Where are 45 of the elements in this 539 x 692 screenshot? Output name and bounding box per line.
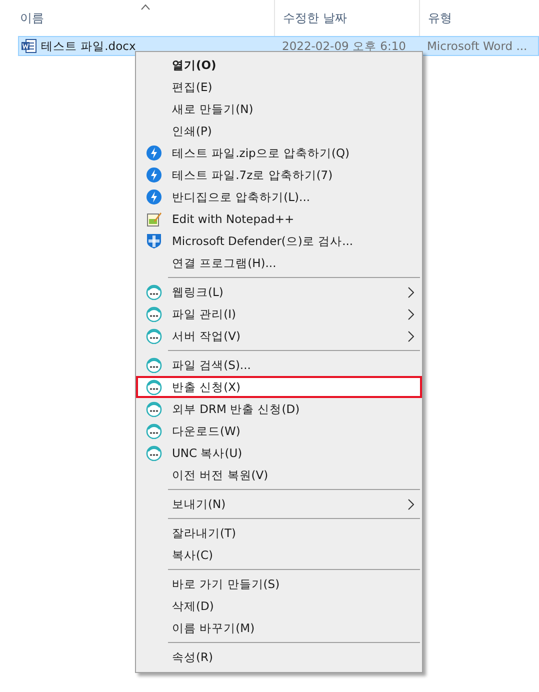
word-document-icon	[21, 38, 37, 54]
doc-icon	[146, 306, 162, 322]
file-type: Microsoft Word ...	[427, 39, 528, 53]
menu-item[interactable]: 열기(O)	[138, 54, 420, 76]
doc-icon	[146, 328, 162, 344]
menu-item[interactable]: 잘라내기(T)	[138, 522, 420, 544]
menu-item[interactable]: Edit with Notepad++	[138, 208, 420, 230]
lightning-icon	[146, 189, 162, 205]
menu-item[interactable]: 테스트 파일.7z로 압축하기(7)	[138, 164, 420, 186]
menu-item[interactable]: 테스트 파일.zip으로 압축하기(Q)	[138, 142, 420, 164]
doc-icon	[146, 401, 162, 417]
menu-item[interactable]: 서버 작업(V)	[138, 325, 420, 347]
sort-caret-icon	[141, 4, 150, 10]
menu-item[interactable]: 이전 버전 복원(V)	[138, 464, 420, 486]
doc-icon	[146, 445, 162, 461]
modified-date: 2022-02-09 오후 6:10	[282, 38, 406, 54]
doc-icon	[146, 357, 162, 373]
menu-item[interactable]: 파일 검색(S)...	[138, 354, 420, 376]
menu-item[interactable]: UNC 복사(U)	[138, 442, 420, 464]
menu-item[interactable]: 인쇄(P)	[138, 120, 420, 142]
menu-item[interactable]: 다운로드(W)	[138, 420, 420, 442]
doc-icon	[146, 423, 162, 439]
doc-icon	[146, 284, 162, 300]
doc-icon	[146, 379, 162, 395]
menu-item[interactable]: 연결 프로그램(H)...	[138, 252, 420, 274]
menu-item[interactable]: 파일 관리(I)	[138, 303, 420, 325]
notepad-icon	[146, 211, 162, 227]
lightning-icon	[146, 167, 162, 183]
menu-item[interactable]: 삭제(D)	[138, 595, 420, 617]
menu-item[interactable]: 복사(C)	[138, 544, 420, 566]
menu-item[interactable]: 속성(R)	[138, 646, 420, 668]
menu-item[interactable]: 바로 가기 만들기(S)	[138, 573, 420, 595]
menu-item[interactable]: 편집(E)	[138, 76, 420, 98]
menu-item[interactable]: 새로 만들기(N)	[138, 98, 420, 120]
menu-item[interactable]: 반출 신청(X)	[136, 376, 422, 398]
file-name: 테스트 파일.docx	[41, 38, 136, 54]
menu-item[interactable]: 반디집으로 압축하기(L)...	[138, 186, 420, 208]
menu-item[interactable]: 보내기(N)	[138, 493, 420, 515]
menu-item[interactable]: 외부 DRM 반출 신청(D)	[138, 398, 420, 420]
menu-item[interactable]: 웹링크(L)	[138, 281, 420, 303]
shield-icon	[146, 233, 162, 249]
menu-item[interactable]: Microsoft Defender(으)로 검사...	[138, 230, 420, 252]
menu-item[interactable]: 이름 바꾸기(M)	[138, 617, 420, 639]
lightning-icon	[146, 145, 162, 161]
column-header[interactable]: 유형	[420, 0, 539, 36]
